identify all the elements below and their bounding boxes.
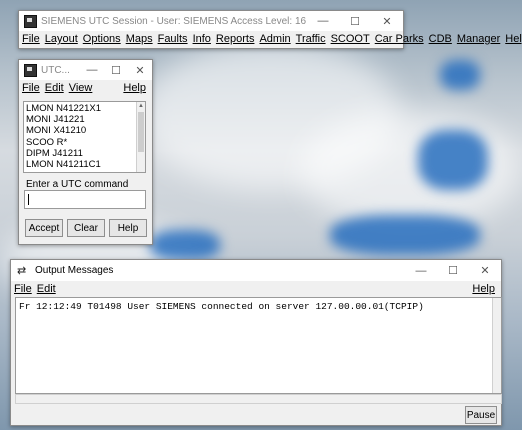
menu-admin[interactable]: Admin: [259, 33, 290, 45]
command-label: Enter a UTC command: [26, 179, 129, 190]
menu-scoot[interactable]: SCOOT: [331, 33, 370, 45]
output-menubar: File Edit Help: [11, 281, 501, 297]
close-button[interactable]: ✕: [128, 60, 152, 80]
utc-session-window: SIEMENS UTC Session - User: SIEMENS Acce…: [18, 10, 522, 49]
list-item[interactable]: LMON N41211C1: [26, 159, 101, 170]
menu-edit[interactable]: Edit: [45, 82, 64, 94]
utc-menubar: File Edit View Help: [19, 80, 152, 96]
scroll-thumb[interactable]: [138, 112, 144, 152]
utc-app-icon: [24, 63, 37, 77]
list-item[interactable]: SCOO R*: [26, 137, 101, 148]
text-caret: [28, 194, 29, 205]
list-item[interactable]: MONI J41221: [26, 114, 101, 125]
menu-edit[interactable]: Edit: [37, 283, 56, 295]
siemens-app-icon: [24, 14, 37, 28]
menu-reports[interactable]: Reports: [216, 33, 255, 45]
scroll-up-icon[interactable]: ▲: [137, 102, 145, 110]
menu-options[interactable]: Options: [83, 33, 121, 45]
menu-layout[interactable]: Layout: [45, 33, 78, 45]
maximize-button[interactable]: ☐: [339, 11, 371, 31]
menu-help[interactable]: Help: [472, 283, 495, 295]
clear-button[interactable]: Clear: [67, 219, 105, 237]
menu-view[interactable]: View: [69, 82, 93, 94]
maximize-button[interactable]: ☐: [104, 60, 128, 80]
pause-button[interactable]: Pause: [465, 406, 497, 424]
help-button[interactable]: Help: [109, 219, 147, 237]
menu-file[interactable]: File: [14, 283, 32, 295]
output-title: Output Messages: [35, 265, 114, 276]
output-text-area[interactable]: Fr 12:12:49 T01498 User SIEMENS connecte…: [15, 297, 502, 394]
output-app-icon: ⇄: [17, 264, 27, 277]
list-item[interactable]: MONI X41210: [26, 125, 101, 136]
history-scrollbar[interactable]: ▲: [136, 102, 145, 172]
menu-help[interactable]: Help: [123, 82, 146, 94]
command-history-list[interactable]: LMON N41221X1 MONI J41221 MONI X41210 SC…: [23, 101, 146, 173]
maximize-button[interactable]: ☐: [437, 261, 469, 281]
output-messages-window: ⇄ Output Messages — ☐ ✕ File Edit Help F…: [10, 259, 502, 426]
minimize-button[interactable]: —: [307, 11, 339, 31]
utc-titlebar[interactable]: UTC... — ☐ ✕: [19, 60, 152, 80]
menu-faults[interactable]: Faults: [158, 33, 188, 45]
accept-button[interactable]: Accept: [25, 219, 63, 237]
menu-help[interactable]: Help: [505, 33, 522, 45]
utc-command-window: UTC... — ☐ ✕ File Edit View Help LMON N4…: [18, 59, 153, 245]
output-titlebar[interactable]: ⇄ Output Messages — ☐ ✕: [11, 260, 501, 281]
menu-maps[interactable]: Maps: [126, 33, 153, 45]
list-item[interactable]: LMON N41221X1: [26, 103, 101, 114]
close-button[interactable]: ✕: [371, 11, 403, 31]
command-input[interactable]: [24, 190, 146, 209]
menu-car-parks[interactable]: Car Parks: [375, 33, 424, 45]
close-button[interactable]: ✕: [469, 261, 501, 281]
session-title: SIEMENS UTC Session - User: SIEMENS Acce…: [41, 15, 307, 27]
output-vertical-scrollbar[interactable]: [492, 298, 501, 393]
list-item[interactable]: DIPM J41211: [26, 148, 101, 159]
menu-traffic[interactable]: Traffic: [296, 33, 326, 45]
minimize-button[interactable]: —: [80, 60, 104, 80]
session-menubar: File Layout Options Maps Faults Info Rep…: [19, 31, 522, 47]
output-message: Fr 12:12:49 T01498 User SIEMENS connecte…: [19, 301, 424, 312]
utc-title: UTC...: [41, 64, 70, 76]
menu-file[interactable]: File: [22, 33, 40, 45]
output-horizontal-scrollbar[interactable]: [15, 394, 502, 404]
menu-manager[interactable]: Manager: [457, 33, 500, 45]
menu-file[interactable]: File: [22, 82, 40, 94]
minimize-button[interactable]: —: [405, 261, 437, 281]
menu-cdb[interactable]: CDB: [429, 33, 452, 45]
session-titlebar[interactable]: SIEMENS UTC Session - User: SIEMENS Acce…: [19, 11, 403, 31]
menu-info[interactable]: Info: [193, 33, 211, 45]
